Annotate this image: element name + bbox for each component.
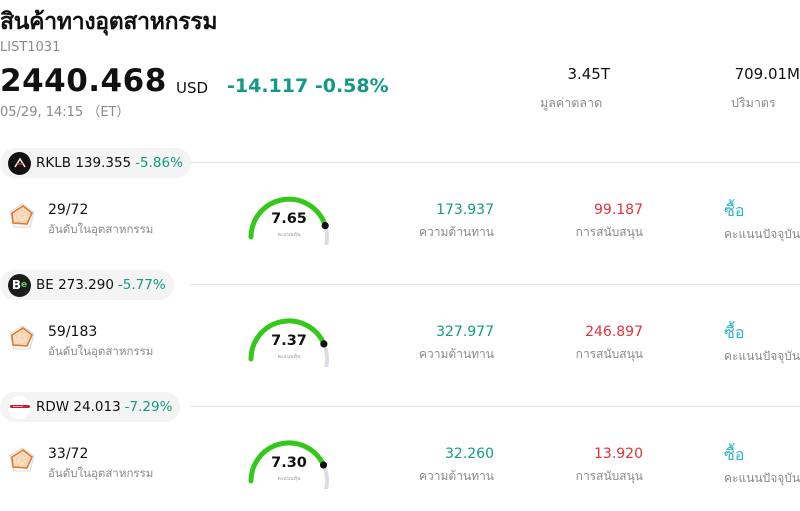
rdw-logo-icon: [8, 395, 31, 419]
radar-chart-icon: [9, 447, 35, 472]
stock-price: 139.355: [75, 155, 132, 171]
be-logo-icon: Be: [8, 273, 31, 297]
signal-value[interactable]: ซื้อ: [724, 321, 744, 346]
support-value: 99.187: [594, 202, 643, 218]
industry-rank-value: 29/72: [48, 202, 89, 218]
volume-label: ปริมาตร: [731, 95, 776, 110]
stock-score-label: คะแนนหุ้น: [277, 476, 301, 482]
stock-change-percent: -7.29%: [124, 399, 173, 415]
industry-rank-label: อันดับในอุตสาหกรรม: [48, 344, 154, 358]
radar-chart-icon: [9, 325, 35, 350]
change-percent: -0.58%: [314, 75, 389, 97]
page-title: สินค้าทางอุตสาหกรรม: [0, 9, 218, 35]
stock-section: Be BE 273.290 -5.77% 59/183 อันดับในอุตส…: [0, 267, 800, 389]
volume-value: 709.01M: [734, 65, 800, 83]
stock-pill[interactable]: Be BE 273.290 -5.77%: [0, 270, 174, 300]
stock-score-value: 7.65: [271, 211, 307, 227]
stock-score-label: คะแนนหุ้น: [277, 232, 301, 238]
stock-ticker: BE: [36, 277, 54, 293]
market-cap-label: มูลค่าตลาด: [540, 95, 603, 110]
market-cap-value: 3.45T: [567, 65, 610, 83]
signal-label: คะแนนปัจจุบัน: [724, 227, 800, 241]
stock-score-label: คะแนนหุ้น: [277, 354, 301, 360]
support-value: 13.920: [594, 446, 643, 462]
stock-ticker: RKLB: [36, 155, 72, 171]
timestamp: 05/29, 14:15 （ET）: [0, 105, 130, 120]
industry-rank-value: 59/183: [48, 324, 98, 340]
signal-label: คะแนนปัจจุบัน: [724, 471, 800, 485]
radar-chart-icon: [9, 203, 35, 228]
stock-section: RKLB 139.355 -5.86% 29/72 อันดับในอุตสาห…: [0, 145, 800, 267]
divider: [190, 284, 800, 285]
stock-change-percent: -5.86%: [135, 155, 183, 171]
stock-price: 273.290: [58, 277, 114, 293]
resistance-label: ความต้านทาน: [419, 347, 494, 361]
currency-label: USD: [176, 79, 209, 97]
stock-ticker: RDW: [36, 399, 70, 415]
stock-score-value: 7.30: [271, 455, 307, 471]
resistance-value: 32.260: [445, 446, 494, 462]
resistance-value: 173.937: [436, 202, 494, 218]
support-label: การสนับสนุน: [575, 347, 643, 361]
support-label: การสนับสนุน: [575, 225, 643, 239]
gauge-marker: [321, 222, 329, 230]
stock-price: 24.013: [73, 399, 121, 415]
resistance-value: 327.977: [436, 324, 494, 340]
divider: [190, 406, 800, 407]
resistance-label: ความต้านทาน: [419, 225, 494, 239]
support-label: การสนับสนุน: [575, 469, 643, 483]
industry-rank-label: อันดับในอุตสาหกรรม: [48, 222, 154, 236]
signal-value[interactable]: ซื้อ: [724, 199, 744, 224]
divider: [190, 162, 800, 163]
index-price: 2440.468: [0, 63, 167, 99]
stock-section: RDW 24.013 -7.29% 33/72 อันดับในอุตสาหกร…: [0, 389, 800, 511]
signal-value[interactable]: ซื้อ: [724, 443, 744, 468]
gauge-marker: [320, 340, 328, 348]
industry-rank-value: 33/72: [48, 446, 89, 462]
stock-pill[interactable]: RKLB 139.355 -5.86%: [0, 148, 191, 178]
rklb-logo-icon: [8, 151, 31, 175]
resistance-label: ความต้านทาน: [419, 469, 494, 483]
signal-label: คะแนนปัจจุบัน: [724, 349, 800, 363]
list-code: LIST1031: [0, 40, 61, 55]
industry-rank-label: อันดับในอุตสาหกรรม: [48, 466, 154, 480]
stock-score-value: 7.37: [271, 333, 307, 349]
support-value: 246.897: [585, 324, 643, 340]
change-value: -14.117: [227, 75, 309, 97]
gauge-marker: [319, 461, 328, 469]
price-change: -14.117 -0.58%: [227, 75, 389, 97]
stock-pill[interactable]: RDW 24.013 -7.29%: [0, 392, 181, 422]
stock-change-percent: -5.77%: [117, 277, 166, 293]
